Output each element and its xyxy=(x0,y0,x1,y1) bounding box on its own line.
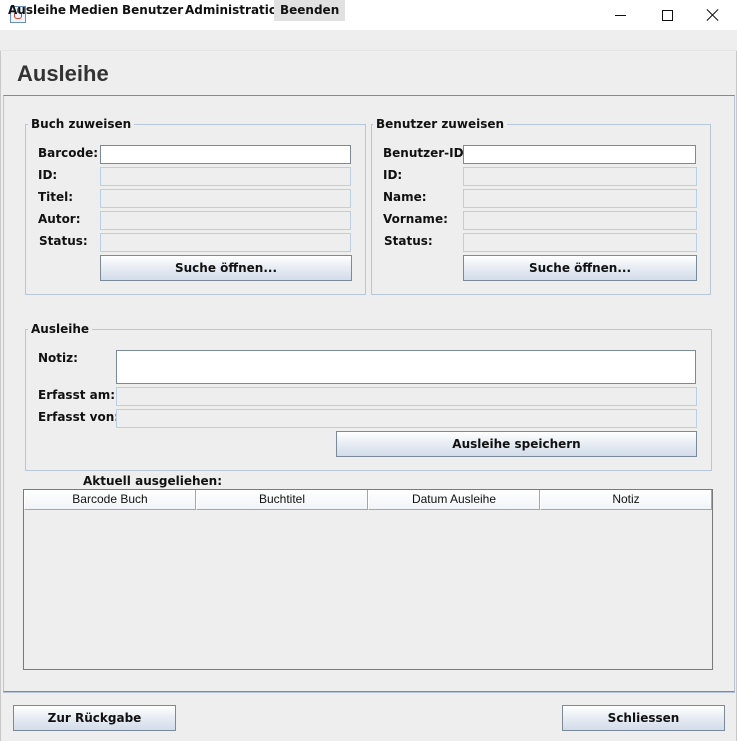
maximize-icon xyxy=(661,9,673,21)
erfasst-am-label: Erfasst am: xyxy=(38,388,116,402)
menu-benutzer[interactable]: Benutzer xyxy=(119,0,186,21)
ausleihe-save-button[interactable]: Ausleihe speichern xyxy=(336,431,697,457)
vorname-field xyxy=(463,211,697,230)
buch-id-field xyxy=(100,167,351,186)
vorname-label: Vorname: xyxy=(383,212,448,226)
menu-beenden[interactable]: Beenden xyxy=(274,0,346,21)
column-header-datum[interactable]: Datum Ausleihe xyxy=(368,490,540,510)
close-window-button[interactable] xyxy=(690,0,736,30)
group-benutzer-title: Benutzer zuweisen xyxy=(373,117,508,131)
titel-field xyxy=(100,189,351,208)
buch-id-label: ID: xyxy=(38,168,58,182)
autor-label: Autor: xyxy=(38,212,81,226)
menu-ausleihe[interactable]: Ausleihe xyxy=(5,0,69,21)
erfasst-am-field xyxy=(116,387,697,406)
back-to-return-button[interactable]: Zur Rückgabe xyxy=(13,705,176,731)
benutzer-status-label: Status: xyxy=(384,234,433,248)
loans-table[interactable] xyxy=(23,489,713,670)
minimize-button[interactable] xyxy=(597,0,643,30)
barcode-label: Barcode: xyxy=(38,146,99,160)
benutzer-intern-id-label: ID: xyxy=(383,168,403,182)
benutzer-id-label: Benutzer-ID: xyxy=(383,146,469,160)
buch-search-button[interactable]: Suche öffnen... xyxy=(100,255,352,281)
maximize-button[interactable] xyxy=(644,0,690,30)
notiz-textarea[interactable] xyxy=(116,350,696,384)
barcode-input[interactable] xyxy=(100,145,351,164)
column-header-barcode[interactable]: Barcode Buch xyxy=(24,490,196,510)
benutzer-search-button[interactable]: Suche öffnen... xyxy=(463,255,697,281)
menu-medien[interactable]: Medien xyxy=(66,0,121,21)
buch-status-field xyxy=(100,233,351,252)
menu-administration[interactable]: Administration xyxy=(182,0,289,21)
close-button[interactable]: Schliessen xyxy=(562,705,725,731)
name-label: Name: xyxy=(383,190,427,204)
autor-field xyxy=(100,211,351,230)
titel-label: Titel: xyxy=(38,190,74,204)
minimize-icon xyxy=(614,14,626,16)
column-header-buchtitel[interactable]: Buchtitel xyxy=(196,490,368,510)
benutzer-intern-id-field xyxy=(463,167,697,186)
menu-bar xyxy=(0,30,737,51)
column-header-notiz[interactable]: Notiz xyxy=(540,490,712,510)
group-ausleihe-title: Ausleihe xyxy=(28,322,93,336)
notiz-label: Notiz: xyxy=(38,351,78,365)
group-buch-title: Buch zuweisen xyxy=(28,117,135,131)
name-field xyxy=(463,189,697,208)
close-icon xyxy=(706,8,720,22)
buch-status-label: Status: xyxy=(39,234,88,248)
footer-divider xyxy=(3,692,735,693)
page-title: Ausleihe xyxy=(17,61,109,86)
table-title: Aktuell ausgeliehen: xyxy=(83,474,222,488)
erfasst-von-label: Erfasst von: xyxy=(38,410,120,424)
benutzer-status-field xyxy=(463,233,697,252)
erfasst-von-field xyxy=(116,409,697,428)
benutzer-id-input[interactable] xyxy=(463,145,696,164)
